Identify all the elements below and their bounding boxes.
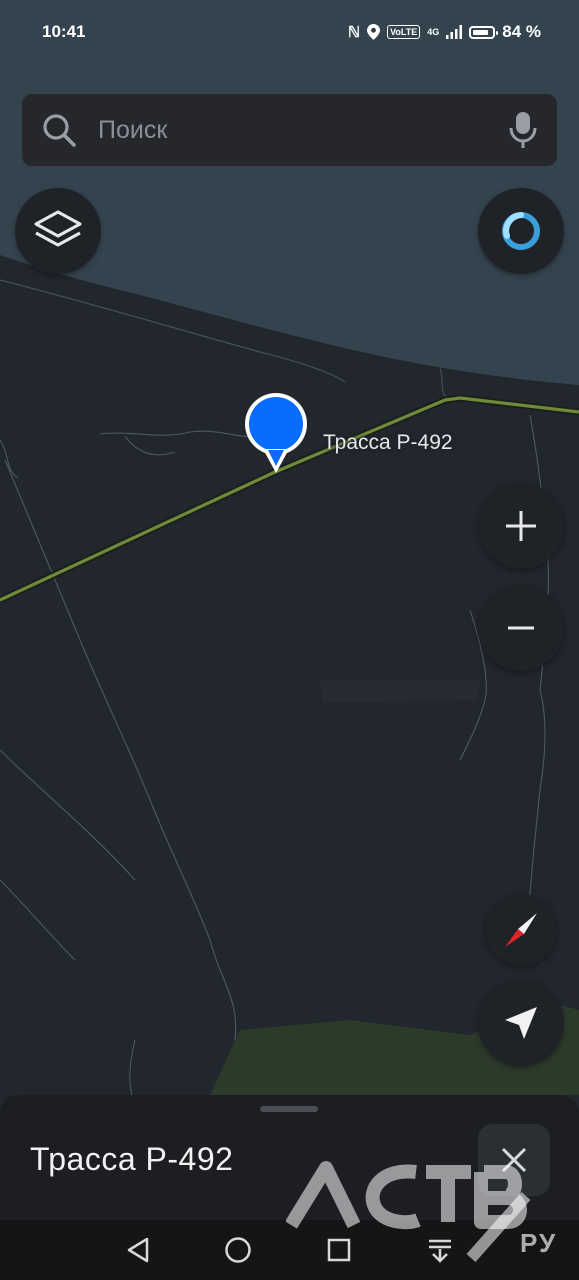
status-icons: ℕ VoLTE 4G 84 % xyxy=(348,22,541,42)
watermark-text: РУ xyxy=(520,1228,558,1258)
bottom-sheet[interactable]: Трасса Р-492 xyxy=(0,1095,579,1220)
field-area xyxy=(320,680,480,702)
compass-icon xyxy=(505,913,537,947)
alice-assistant-icon xyxy=(502,212,540,250)
close-icon xyxy=(501,1147,527,1173)
recents-button[interactable] xyxy=(321,1232,357,1268)
location-icon xyxy=(367,24,381,40)
notifications-icon xyxy=(429,1239,451,1263)
sheet-drag-handle[interactable] xyxy=(260,1106,318,1112)
battery-icon xyxy=(469,25,499,39)
layers-button[interactable] xyxy=(15,188,101,274)
my-location-button[interactable] xyxy=(478,980,564,1066)
signal-icon xyxy=(446,25,463,39)
location-marker-pin[interactable] xyxy=(241,393,311,477)
zoom-out-button[interactable] xyxy=(478,585,564,671)
volte-badge: VoLTE xyxy=(387,25,421,39)
layers-icon xyxy=(34,210,82,247)
sheet-title: Трасса Р-492 xyxy=(30,1141,234,1177)
search-icon xyxy=(43,114,76,147)
home-button[interactable] xyxy=(220,1232,256,1268)
recents-icon xyxy=(327,1238,351,1262)
zoom-in-button[interactable] xyxy=(478,483,564,569)
status-bar: 10:41 ℕ VoLTE 4G 84 % xyxy=(0,0,579,64)
network-type: 4G xyxy=(427,27,440,37)
back-icon xyxy=(127,1237,149,1263)
plus-icon xyxy=(506,511,536,541)
battery-percent: 84 % xyxy=(502,22,541,41)
status-time: 10:41 xyxy=(42,22,86,41)
notifications-button[interactable] xyxy=(422,1232,458,1268)
nfc-icon: ℕ xyxy=(348,24,361,41)
alice-assistant-button[interactable] xyxy=(478,188,564,274)
system-nav-bar xyxy=(0,1220,579,1280)
close-button[interactable] xyxy=(478,1124,550,1196)
search-input[interactable] xyxy=(96,114,509,146)
map-marker-label[interactable]: Трасса Р-492 xyxy=(323,431,453,455)
navigation-arrow-icon xyxy=(505,1007,537,1039)
back-button[interactable] xyxy=(120,1232,156,1268)
compass-button[interactable] xyxy=(485,894,557,966)
minus-icon xyxy=(508,626,534,630)
search-bar[interactable] xyxy=(22,94,557,166)
microphone-icon[interactable] xyxy=(509,111,537,149)
home-icon xyxy=(225,1237,251,1263)
